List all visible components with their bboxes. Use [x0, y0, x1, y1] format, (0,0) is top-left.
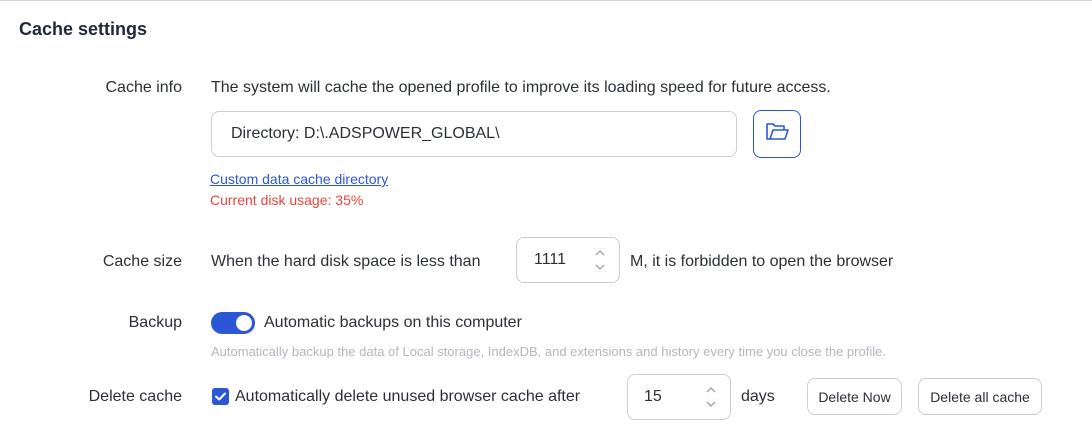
browse-folder-button[interactable]: [753, 110, 801, 158]
cache-size-label: Cache size: [102, 253, 182, 270]
folder-open-icon: [765, 122, 789, 147]
auto-delete-checkbox[interactable]: [212, 388, 229, 405]
delete-now-button[interactable]: Delete Now: [807, 378, 902, 415]
chevron-up-icon[interactable]: [593, 246, 607, 260]
toggle-knob: [236, 315, 252, 331]
cache-directory-input[interactable]: Directory: D:\.ADSPOWER_GLOBAL\: [211, 111, 737, 157]
section-title: Cache settings: [19, 19, 148, 39]
top-divider: [0, 0, 1092, 1]
cache-size-suffix: M, it is forbidden to open the browser: [630, 253, 894, 270]
chevron-down-icon[interactable]: [593, 260, 607, 274]
cache-size-prefix: When the hard disk space is less than: [211, 253, 481, 270]
cache-info-label: Cache info: [105, 79, 183, 96]
disk-usage-text: Current disk usage: 35%: [210, 192, 364, 208]
delete-days-value: 15: [644, 388, 662, 405]
auto-delete-label: Automatically delete unused browser cach…: [235, 388, 581, 405]
backup-toggle-label: Automatic backups on this computer: [264, 314, 522, 331]
cache-size-stepper[interactable]: 1111: [516, 237, 620, 283]
cache-info-description: The system will cache the opened profile…: [211, 79, 831, 96]
delete-all-cache-button[interactable]: Delete all cache: [918, 378, 1042, 415]
cache-directory-value: Directory: D:\.ADSPOWER_GLOBAL\: [231, 125, 500, 142]
backup-hint: Automatically backup the data of Local s…: [211, 344, 886, 359]
backup-toggle[interactable]: [211, 312, 255, 334]
backup-label: Backup: [128, 314, 182, 331]
custom-cache-directory-link[interactable]: Custom data cache directory: [210, 171, 388, 187]
days-unit: days: [741, 388, 775, 405]
delete-days-stepper[interactable]: 15: [627, 374, 731, 420]
cache-size-value: 1111: [534, 251, 567, 268]
chevron-up-icon[interactable]: [704, 383, 718, 397]
delete-cache-label: Delete cache: [88, 388, 182, 405]
chevron-down-icon[interactable]: [704, 397, 718, 411]
check-icon: [212, 392, 229, 409]
